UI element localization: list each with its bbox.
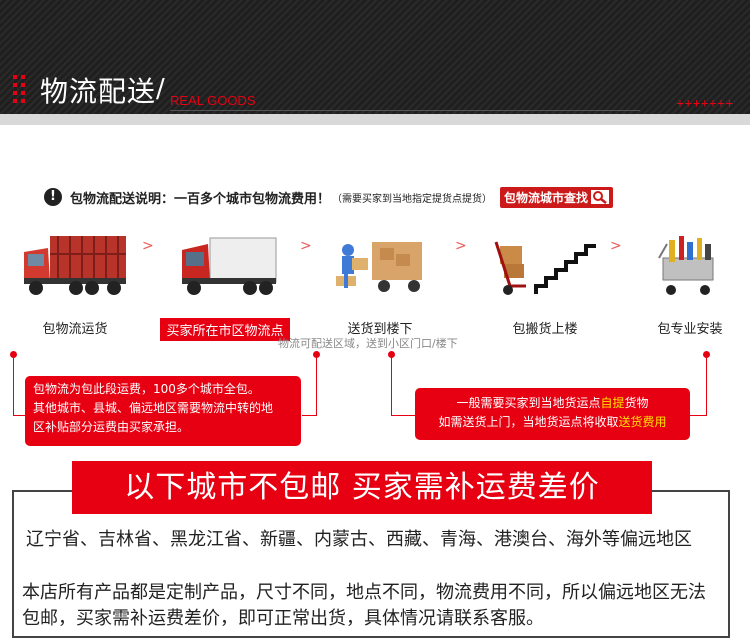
city-search-button-label: 包物流城市查找 [504,190,589,205]
bracket-line [706,355,707,415]
no-free-shipping-banner: 以下城市不包邮 买家需补运费差价 [72,461,652,514]
step-label: 包物流运货 [42,322,108,337]
delivery-truck-loading-icon [325,228,435,298]
red-box-truck-icon [160,228,290,298]
notice-title: 包物流配送说明：一百多个城市包物流费用！ [70,191,331,207]
hand-cart-stairs-icon [490,228,600,298]
tool-cart-icon [640,228,740,298]
plus-marks: +++++++ [676,96,734,110]
free-shipping-info-box: 包物流为包此段运费，100多个城市全包。 其他城市、县城、偏远地区需要物流中转的… [25,376,301,446]
chevron-right-icon: > [610,238,622,254]
header-subtitle: REAL GOODS [170,93,256,108]
delivery-area-note: 物流可配送区域，送到小区门口/楼下 [278,337,458,350]
chevron-right-icon: > [455,238,467,254]
header-title: 物流配送 [40,75,157,108]
notice-note: （需要买家到当地指定提货点提货） [332,193,493,205]
exclamation-icon: ! [44,188,62,206]
chevron-right-icon: > [142,238,154,254]
dot-grid-decoration [13,75,29,105]
info-text: 如需送货上门，当地货运点将收取 [438,415,619,429]
shipping-policy-text: 本店所有产品都是定制产品，尺寸不同，地点不同，物流费用不同，所以偏远地区无法包邮… [22,582,706,629]
bracket-line [302,415,317,416]
red-cargo-truck-icon [20,228,130,298]
self-pickup-info-box: 一般需要买家到当地货运点自提货物 如需送货上门，当地货运点将收取送货费用 [415,388,690,440]
search-icon [591,190,610,204]
header-bottom-strip [0,114,750,125]
step-deliver-downstairs: 送货到楼下 [325,228,435,337]
slash-divider: / [156,74,165,104]
city-search-button[interactable]: 包物流城市查找 [500,186,614,208]
bracket-line [316,355,317,415]
step-logistics-transport: 包物流运货 [20,228,130,337]
info-line: 一般需要买家到当地货运点自提货物 [415,394,690,413]
bracket-line [13,415,25,416]
info-line: 如需送货上门，当地货运点将收取送货费用 [415,413,690,432]
step-city-logistics-point: 买家所在市区物流点 [160,228,290,341]
info-text: 货物 [624,396,649,410]
bracket-line [690,415,707,416]
shipping-notice: ! 包物流配送说明：一百多个城市包物流费用！ （需要买家到当地指定提货点提货） … [44,186,614,208]
excluded-regions-text: 辽宁省、吉林省、黑龙江省、新疆、内蒙古、西藏、青海、港澳台、海外等偏远地区 [26,529,692,550]
header-rule [170,110,640,111]
step-professional-install: 包专业安装 [640,228,740,337]
step-label: 包专业安装 [657,322,723,337]
bracket-line [13,355,14,415]
step-label-highlight: 买家所在市区物流点 [160,318,290,341]
info-line: 包物流为包此段运费，100多个城市全包。 [33,382,260,396]
info-highlight: 送货费用 [618,415,667,429]
info-line: 其他城市、县城、偏远地区需要物流中转的地 [33,401,274,415]
info-text: 一般需要买家到当地货运点 [456,396,601,410]
info-highlight: 自提 [600,396,625,410]
bracket-line [391,355,392,415]
chevron-right-icon: > [300,238,312,254]
header-banner: 物流配送 / REAL GOODS +++++++ [0,0,750,125]
step-carry-upstairs: 包搬货上楼 [490,228,600,337]
bracket-line [391,415,415,416]
info-line: 区补贴部分运费由买家承担。 [33,420,190,434]
step-label: 包搬货上楼 [512,322,578,337]
